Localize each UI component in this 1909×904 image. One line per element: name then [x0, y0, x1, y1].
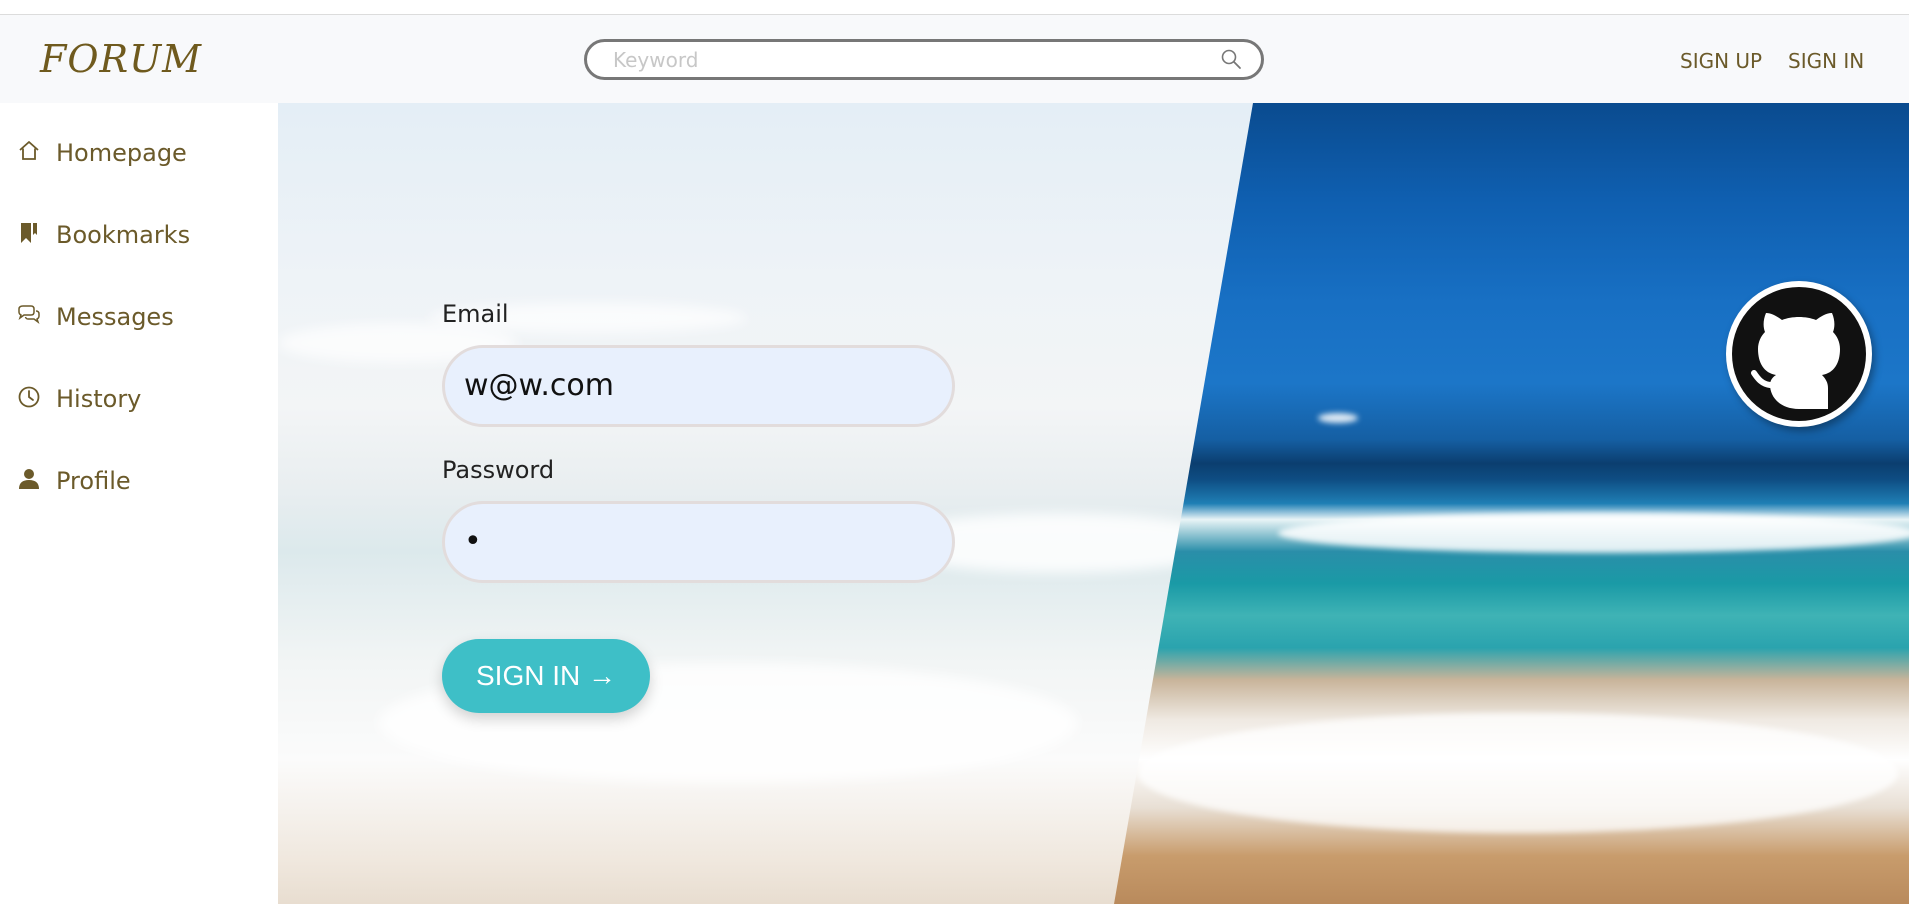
top-border: [0, 0, 1909, 15]
sidebar-item-label: Homepage: [56, 139, 187, 167]
sign-in-link[interactable]: SIGN IN: [1788, 49, 1864, 73]
sidebar-item-history[interactable]: History: [0, 371, 278, 431]
search-bar[interactable]: [584, 39, 1264, 80]
sign-in-button[interactable]: SIGN IN →: [442, 639, 650, 713]
sidebar-item-label: History: [56, 385, 142, 413]
email-field[interactable]: w@w.com: [442, 345, 955, 427]
email-label: Email: [442, 300, 509, 328]
clock-icon: [18, 386, 40, 408]
sign-up-link[interactable]: SIGN UP: [1680, 49, 1762, 73]
logo[interactable]: FORUM: [40, 37, 202, 81]
messages-icon: [18, 305, 40, 325]
email-value: w@w.com: [464, 368, 614, 403]
user-icon: [19, 469, 39, 489]
github-icon: [1732, 287, 1866, 421]
sidebar-item-profile[interactable]: Profile: [0, 453, 278, 513]
home-icon: [19, 141, 39, 160]
header: FORUM SIGN UP SIGN IN: [0, 15, 1909, 103]
main-content: Email w@w.com Password • SIGN IN →: [278, 103, 1909, 904]
sidebar-item-label: Bookmarks: [56, 221, 191, 249]
search-icon[interactable]: [1219, 47, 1243, 71]
bookmark-icon: [21, 223, 37, 243]
sidebar-item-bookmarks[interactable]: Bookmarks: [0, 207, 278, 267]
sidebar-item-messages[interactable]: Messages: [0, 289, 278, 349]
sidebar: Homepage Bookmarks Messages History Prof…: [0, 103, 278, 904]
search-input[interactable]: [613, 47, 1193, 72]
password-value: •: [464, 524, 482, 559]
github-button[interactable]: [1726, 281, 1872, 427]
sidebar-item-homepage[interactable]: Homepage: [0, 125, 278, 185]
password-field[interactable]: •: [442, 501, 955, 583]
password-label: Password: [442, 456, 555, 484]
sidebar-item-label: Profile: [56, 467, 131, 495]
sidebar-item-label: Messages: [56, 303, 174, 331]
